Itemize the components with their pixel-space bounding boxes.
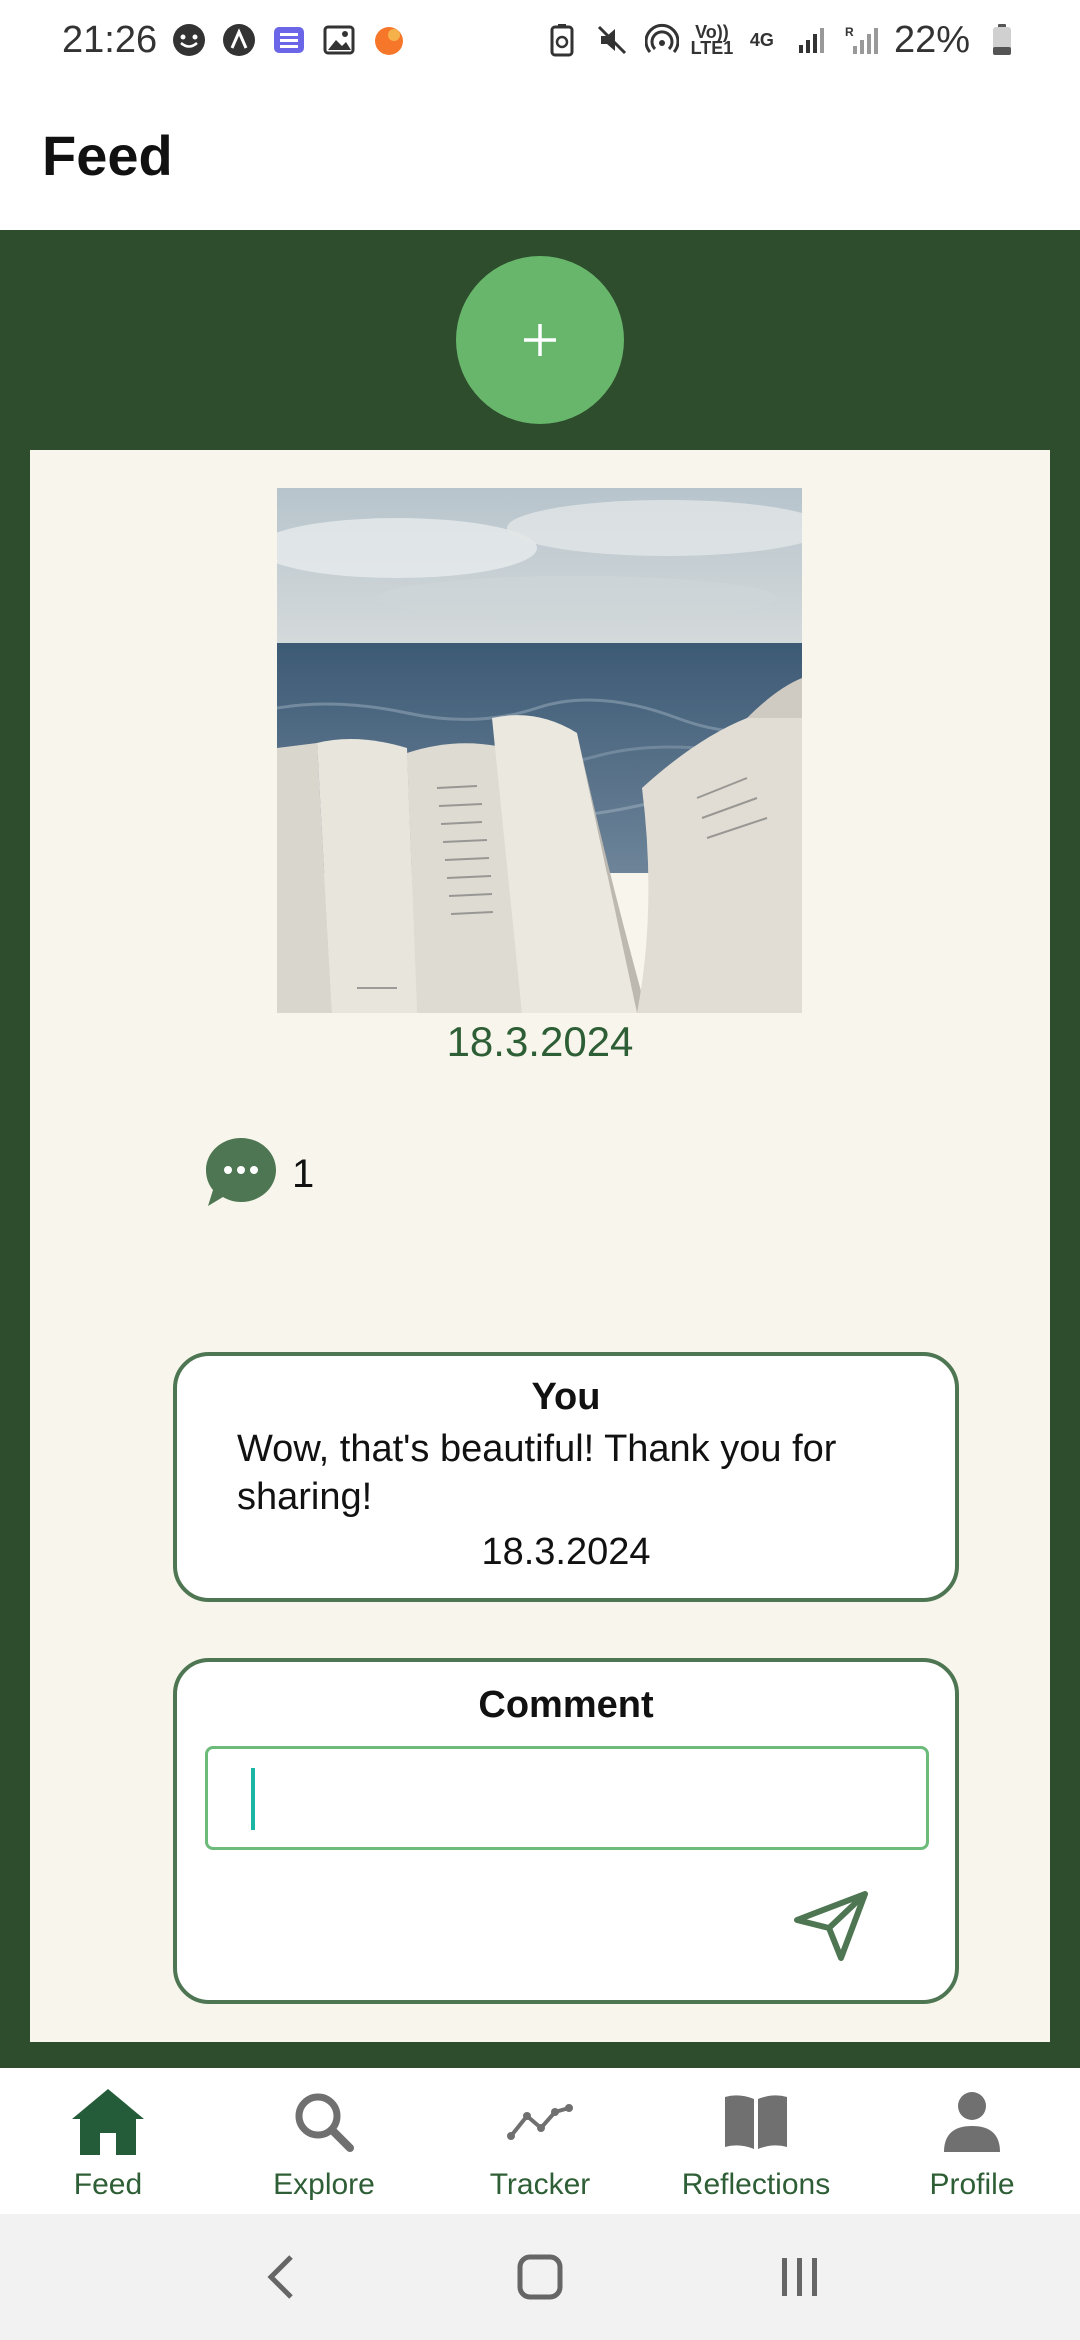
signal-roaming-icon: R (844, 22, 880, 58)
comment-count-row[interactable]: 1 (204, 1136, 314, 1213)
battery-icon (984, 22, 1020, 58)
post-image[interactable] (277, 488, 802, 1013)
status-right: Vo)) LTE1 4G R 22% (544, 19, 1020, 62)
book-icon (716, 2086, 796, 2158)
status-time: 21:26 (62, 18, 158, 61)
nav-label-tracker: Tracker (489, 2168, 591, 2201)
app-a-notification-icon (221, 22, 257, 58)
network-type-label: 4G (749, 30, 774, 50)
hotspot-icon (644, 22, 680, 58)
comment-compose-label: Comment (478, 1684, 654, 1726)
volte-label: Vo)) LTE1 (690, 22, 734, 58)
home-icon (68, 2086, 148, 2158)
signal-icon (794, 22, 830, 58)
battery-percent: 22% (893, 18, 970, 61)
page-title: Feed (42, 123, 173, 187)
status-bar: 21:26 Vo)) LTE1 4G R 22% (0, 0, 1080, 80)
system-home-button[interactable] (495, 2242, 585, 2312)
comment-author: You (531, 1376, 601, 1418)
orange-app-notification-icon (371, 22, 407, 58)
feed-area[interactable]: 18.3.2024 1 You Wow, that's beautiful! T… (0, 230, 1080, 2068)
trend-line-icon (500, 2086, 580, 2158)
chat-bubble-icon[interactable] (204, 1136, 278, 1213)
system-nav-bar (0, 2214, 1080, 2340)
search-icon (284, 2086, 364, 2158)
recents-icon (782, 2258, 817, 2296)
nav-item-reflections[interactable]: Reflections (648, 2068, 864, 2214)
comment-count: 1 (292, 1152, 315, 1196)
back-chevron-icon (267, 2255, 293, 2299)
send-icon (794, 1891, 868, 1961)
mute-icon (594, 22, 630, 58)
list-notification-icon (271, 22, 307, 58)
svg-text:R: R (845, 25, 854, 39)
smiley-notification-icon (171, 22, 207, 58)
app-header: Feed (0, 80, 1080, 230)
comment-compose-box: Comment (173, 1658, 959, 2004)
battery-saver-icon (544, 22, 580, 58)
nav-label-profile: Profile (929, 2168, 1015, 2201)
nav-item-explore[interactable]: Explore (216, 2068, 432, 2214)
status-left: 21:26 (62, 19, 407, 62)
text-caret (251, 1768, 255, 1830)
nav-item-profile[interactable]: Profile (864, 2068, 1080, 2214)
send-comment-button[interactable] (789, 1884, 873, 1968)
nav-label-reflections: Reflections (681, 2168, 831, 2201)
comment-date: 18.3.2024 (481, 1531, 651, 1573)
post-card: 18.3.2024 1 You Wow, that's beautiful! T… (30, 450, 1050, 2042)
nav-label-feed: Feed (73, 2168, 143, 2201)
person-icon (932, 2086, 1012, 2158)
system-back-button[interactable] (235, 2242, 325, 2312)
nav-item-feed[interactable]: Feed (0, 2068, 216, 2214)
nav-item-tracker[interactable]: Tracker (432, 2068, 648, 2214)
comment-item: You Wow, that's beautiful! Thank you for… (173, 1352, 959, 1602)
add-post-button[interactable] (456, 256, 624, 424)
post-date: 18.3.2024 (446, 1018, 634, 1065)
bottom-nav: Feed Explore Tracker Reflections Profile (0, 2068, 1080, 2214)
comment-input[interactable] (205, 1746, 929, 1850)
gallery-notification-icon (321, 22, 357, 58)
home-square-icon (517, 2254, 563, 2300)
nav-label-explore: Explore (273, 2168, 375, 2201)
system-recents-button[interactable] (755, 2242, 845, 2312)
comment-text: Wow, that's beautiful! Thank you for sha… (237, 1428, 837, 1518)
plus-icon (524, 324, 556, 356)
